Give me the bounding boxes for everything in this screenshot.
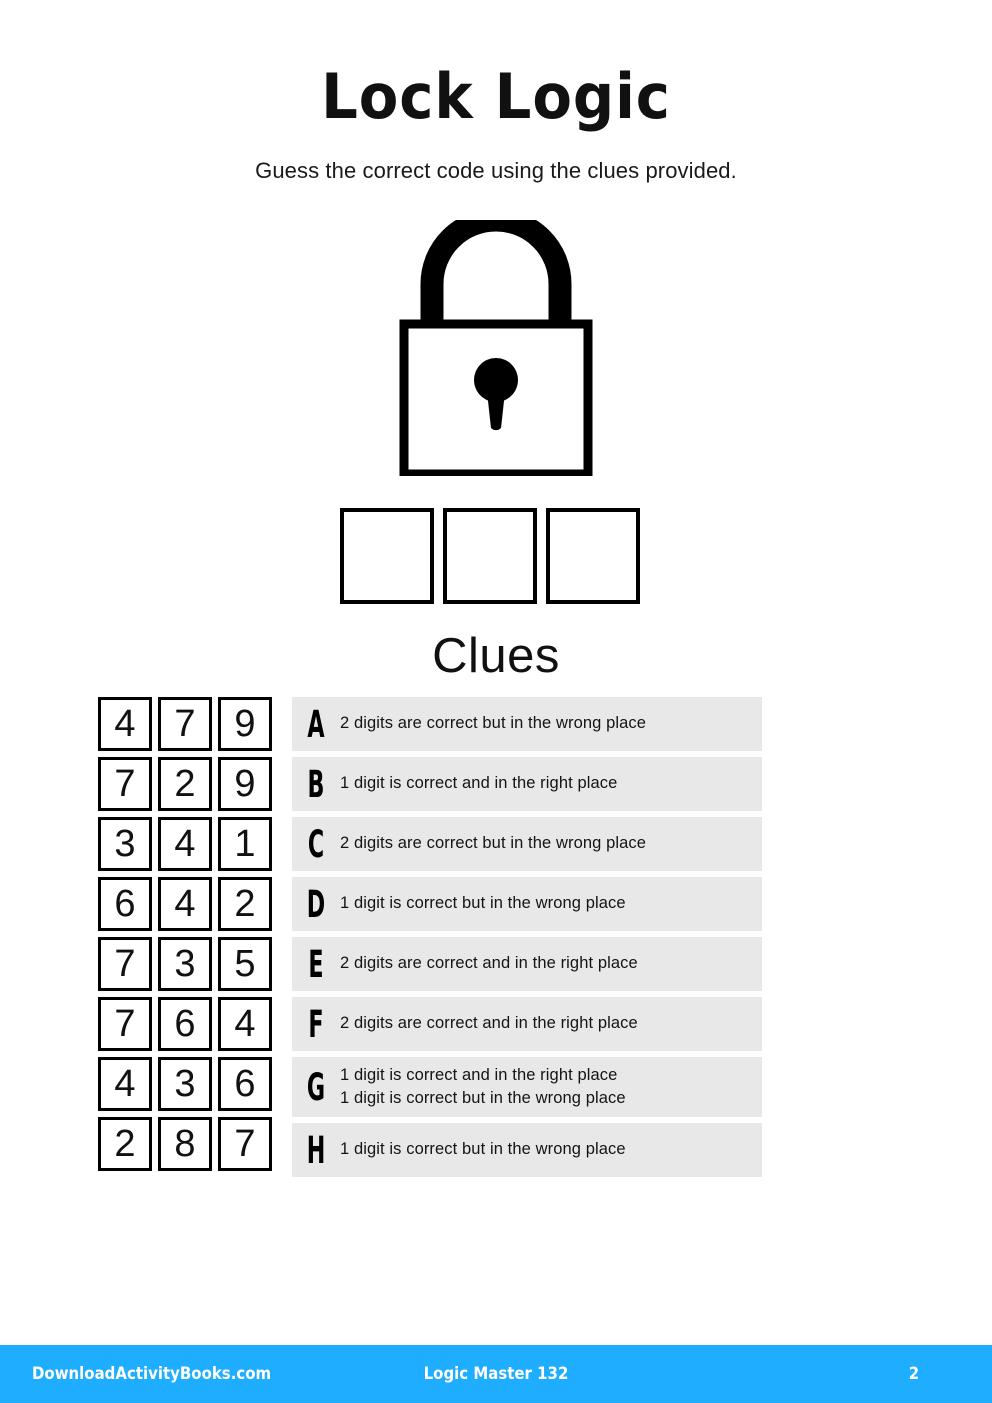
clue-letter: H	[306, 1128, 326, 1172]
page-title: Lock Logic	[321, 60, 671, 133]
guess-row-b: 7 2 9	[98, 757, 272, 811]
clue-row-f: F 2 digits are correct and in the right …	[292, 997, 762, 1051]
guess-grid: 4 7 9 7 2 9 3 4 1 6 4 2 7 3 5 7 6 4 4 3 …	[98, 697, 272, 1171]
clue-row-a: A 2 digits are correct but in the wrong …	[292, 697, 762, 751]
clue-text-line: 1 digit is correct and in the right plac…	[340, 1065, 618, 1084]
digit-cell: 6	[98, 877, 152, 931]
digit-cell: 1	[218, 817, 272, 871]
clue-row-b: B 1 digit is correct and in the right pl…	[292, 757, 762, 811]
digit-cell: 3	[158, 937, 212, 991]
clue-text: 1 digit is correct but in the wrong plac…	[340, 1138, 636, 1161]
clue-letter: B	[307, 762, 325, 806]
clue-row-d: D 1 digit is correct but in the wrong pl…	[292, 877, 762, 931]
clue-text-line: 1 digit is correct but in the wrong plac…	[340, 894, 626, 913]
digit-cell: 4	[158, 817, 212, 871]
guess-row-c: 3 4 1	[98, 817, 272, 871]
clue-row-c: C 2 digits are correct but in the wrong …	[292, 817, 762, 871]
answer-box-2[interactable]	[443, 508, 537, 604]
clues-heading: Clues	[432, 629, 560, 683]
clue-text-line: 1 digit is correct but in the wrong plac…	[340, 1089, 626, 1107]
clue-text: 2 digits are correct and in the right pl…	[340, 1012, 648, 1035]
clue-list: A 2 digits are correct but in the wrong …	[292, 697, 762, 1177]
clue-letter: A	[307, 702, 325, 746]
digit-cell: 7	[218, 1117, 272, 1171]
digit-cell: 4	[158, 877, 212, 931]
digit-cell: 4	[218, 997, 272, 1051]
answer-box-1[interactable]	[340, 508, 434, 604]
page-footer: DownloadActivityBooks.com Logic Master 1…	[0, 1345, 992, 1403]
clue-text: 2 digits are correct but in the wrong pl…	[340, 712, 656, 735]
guess-row-h: 2 8 7	[98, 1117, 272, 1171]
guess-row-d: 6 4 2	[98, 877, 272, 931]
digit-cell: 3	[158, 1057, 212, 1111]
digit-cell: 9	[218, 697, 272, 751]
digit-cell: 2	[218, 877, 272, 931]
footer-page-number: 2	[908, 1364, 920, 1384]
guess-row-a: 4 7 9	[98, 697, 272, 751]
digit-cell: 3	[98, 817, 152, 871]
clue-text: 1 digit is correct and in the right plac…	[340, 772, 627, 795]
digit-cell: 6	[218, 1057, 272, 1111]
clue-row-e: E 2 digits are correct and in the right …	[292, 937, 762, 991]
guess-row-g: 4 3 6	[98, 1057, 272, 1111]
clue-text-line: 2 digits are correct and in the right pl…	[340, 954, 638, 973]
clue-text: 2 digits are correct but in the wrong pl…	[340, 832, 656, 855]
digit-cell: 7	[98, 997, 152, 1051]
digit-cell: 7	[98, 757, 152, 811]
clue-text: 1 digit is correct but in the wrong plac…	[340, 892, 636, 915]
digit-cell: 7	[98, 937, 152, 991]
digit-cell: 6	[158, 997, 212, 1051]
digit-cell: 9	[218, 757, 272, 811]
clue-text-line: 1 digit is correct and in the right plac…	[340, 774, 618, 793]
digit-cell: 5	[218, 937, 272, 991]
clue-text-line: 2 digits are correct but in the wrong pl…	[340, 714, 647, 733]
clue-letter: E	[308, 942, 324, 986]
guess-row-f: 7 6 4	[98, 997, 272, 1051]
digit-cell: 2	[158, 757, 212, 811]
digit-cell: 2	[98, 1117, 152, 1171]
clue-letter: D	[306, 882, 326, 926]
clue-letter: C	[307, 822, 325, 866]
padlock-illustration	[0, 220, 992, 478]
clue-row-g: G 1 digit is correct and in the right pl…	[292, 1057, 762, 1117]
digit-cell: 7	[158, 697, 212, 751]
page-subtitle: Guess the correct code using the clues p…	[255, 158, 737, 183]
answer-boxes	[340, 508, 640, 604]
digit-cell: 4	[98, 1057, 152, 1111]
footer-book-title: Logic Master 132	[423, 1364, 569, 1384]
guess-row-e: 7 3 5	[98, 937, 272, 991]
clue-row-h: H 1 digit is correct but in the wrong pl…	[292, 1123, 762, 1177]
clue-text-line: 2 digits are correct and in the right pl…	[340, 1014, 638, 1033]
clue-letter: F	[308, 1002, 324, 1046]
clue-text: 1 digit is correct and in the right plac…	[340, 1064, 636, 1111]
clue-text-line: 1 digit is correct but in the wrong plac…	[340, 1140, 626, 1159]
digit-cell: 4	[98, 697, 152, 751]
clue-letter: G	[306, 1065, 326, 1109]
clue-text-line: 2 digits are correct but in the wrong pl…	[340, 834, 647, 853]
answer-box-3[interactable]	[546, 508, 640, 604]
puzzle-content: 4 7 9 7 2 9 3 4 1 6 4 2 7 3 5 7 6 4 4 3 …	[0, 697, 992, 1177]
padlock-icon	[399, 220, 593, 476]
clue-text: 2 digits are correct and in the right pl…	[340, 952, 648, 975]
digit-cell: 8	[158, 1117, 212, 1171]
